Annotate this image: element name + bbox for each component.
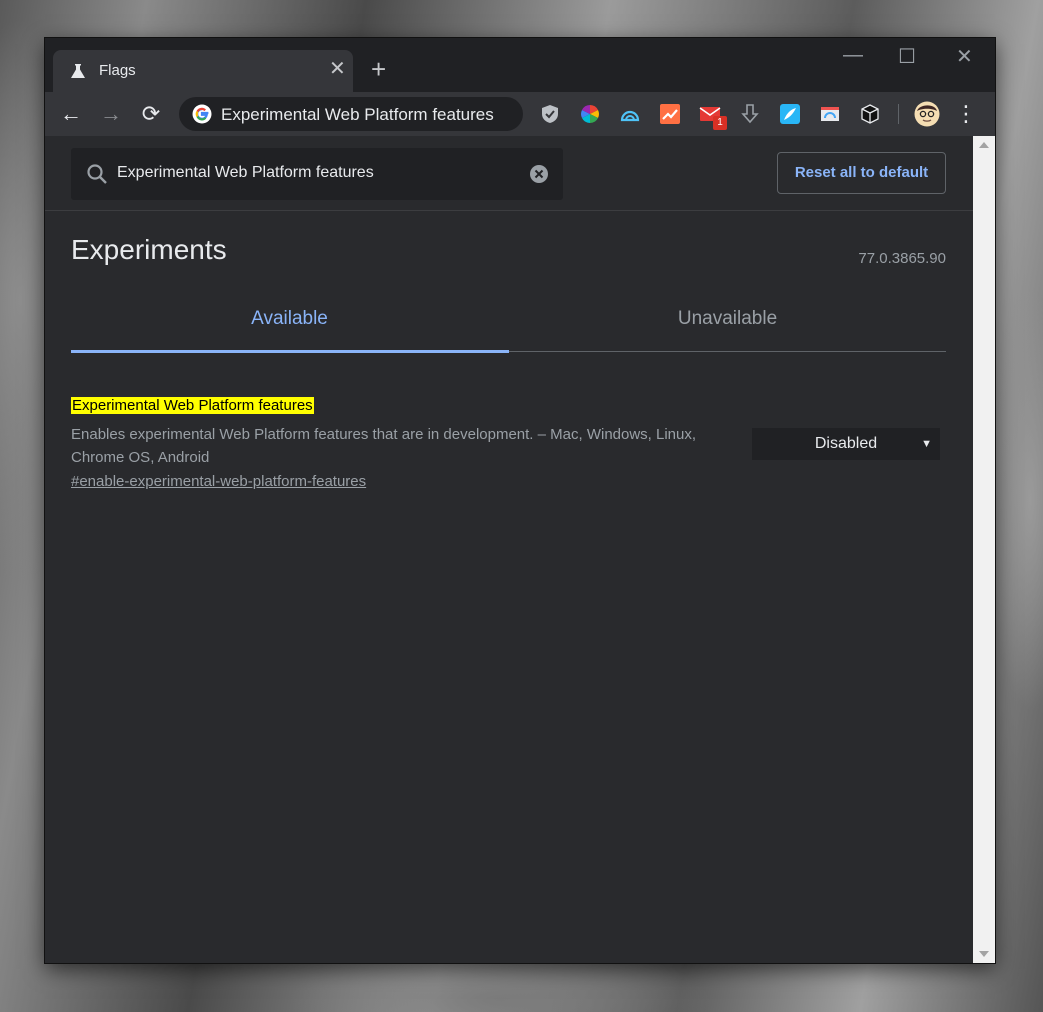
download-arrow-icon[interactable] <box>739 103 761 125</box>
reload-icon[interactable]: ⟳ <box>137 100 165 128</box>
active-tab-indicator <box>71 350 509 353</box>
search-icon <box>87 164 107 184</box>
tab-unavailable[interactable]: Unavailable <box>509 308 946 330</box>
browser-window: Flags ✕ + — ☐ ✕ ← → ⟳ Experimental Web P… <box>45 38 995 963</box>
version-label: 77.0.3865.90 <box>858 250 946 267</box>
cube-icon[interactable] <box>859 103 881 125</box>
toolbar: ← → ⟳ Experimental Web Platform features <box>45 92 995 136</box>
flag-permalink[interactable]: #enable-experimental-web-platform-featur… <box>71 473 366 490</box>
tab-title: Flags <box>99 62 136 79</box>
flag-name: Experimental Web Platform features <box>71 397 314 414</box>
scroll-down-icon[interactable] <box>979 951 989 957</box>
search-text: Experimental Web Platform features <box>117 164 374 181</box>
flag-state-value: Disabled <box>814 435 878 452</box>
dropdown-arrow-icon: ▼ <box>921 438 932 450</box>
forward-icon[interactable]: → <box>97 100 125 128</box>
reset-all-button[interactable]: Reset all to default <box>777 152 946 194</box>
window-capture-icon[interactable] <box>819 103 841 125</box>
color-wheel-icon[interactable] <box>579 103 601 125</box>
clear-search-icon[interactable] <box>529 164 549 184</box>
maximize-icon[interactable]: ☐ <box>898 44 916 69</box>
bird-icon[interactable] <box>779 103 801 125</box>
search-input[interactable]: Experimental Web Platform features <box>71 148 563 200</box>
flag-state-select[interactable]: Disabled ▼ <box>752 428 940 460</box>
avatar[interactable] <box>914 101 940 127</box>
toolbar-divider <box>898 104 899 124</box>
new-tab-button[interactable]: + <box>371 56 386 82</box>
minimize-icon[interactable]: — <box>843 44 863 67</box>
page-title: Experiments <box>71 234 227 265</box>
tab-available[interactable]: Available <box>71 308 508 330</box>
omnibox-text: Experimental Web Platform features <box>221 105 494 124</box>
dome-icon[interactable] <box>619 103 641 125</box>
tab-flags[interactable]: Flags ✕ <box>53 50 353 92</box>
menu-icon[interactable]: ⋮ <box>952 100 980 128</box>
google-icon <box>192 104 212 124</box>
back-icon[interactable]: ← <box>57 100 85 128</box>
shield-icon[interactable] <box>539 103 561 125</box>
page-header: Experimental Web Platform features Reset… <box>45 136 973 211</box>
flags-page: Experimental Web Platform features Reset… <box>45 136 973 963</box>
tabs: Available Unavailable <box>71 288 946 353</box>
flag-description: Enables experimental Web Platform featur… <box>71 426 697 466</box>
trend-chart-icon[interactable] <box>659 103 681 125</box>
flask-icon <box>71 64 85 78</box>
vertical-scrollbar[interactable] <box>973 136 995 963</box>
close-window-icon[interactable]: ✕ <box>956 44 973 69</box>
mail-badge: 1 <box>713 116 727 130</box>
tab-close-icon[interactable]: ✕ <box>329 59 346 79</box>
scroll-up-icon[interactable] <box>979 142 989 148</box>
title-bar: Flags ✕ + — ☐ ✕ <box>45 38 995 92</box>
omnibox[interactable]: Experimental Web Platform features <box>179 97 523 131</box>
